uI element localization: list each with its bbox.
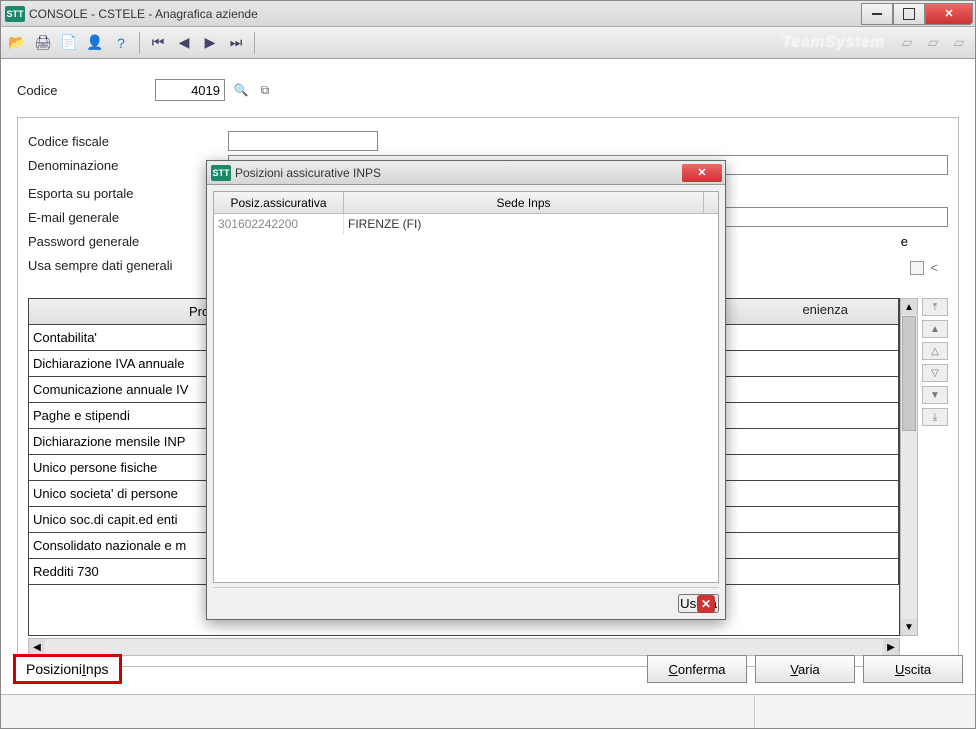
codice-fiscale-label: Codice fiscale (28, 134, 228, 149)
cell-posizione: 301602242200 (214, 214, 344, 234)
uscita-button[interactable]: Uscita (863, 655, 963, 683)
move-bottom-button[interactable]: ⤓ (922, 408, 948, 426)
varia-button[interactable]: Varia (755, 655, 855, 683)
move-down-one-button[interactable]: ▽ (922, 364, 948, 382)
scroll-up-icon[interactable]: ▲ (901, 299, 917, 315)
posizioni-inps-dialog: STT Posizioni assicurative INPS ✕ Posiz.… (206, 160, 726, 620)
scroll-down-icon[interactable]: ▼ (901, 619, 917, 635)
codice-label: Codice (17, 83, 147, 98)
check-field[interactable] (910, 261, 924, 275)
col-sede-header: Sede Inps (344, 192, 704, 213)
right-partial-label: e (901, 234, 908, 249)
move-top-button[interactable]: ⤒ (922, 298, 948, 316)
procedure-header-right: enienza (802, 302, 848, 317)
email-label: E-mail generale (28, 210, 228, 225)
table-row[interactable]: 301602242200 FIRENZE (FI) (214, 214, 718, 234)
prev-record-icon[interactable]: ◀ (172, 31, 196, 55)
brand-logo: TeamSystem (782, 34, 893, 52)
maximize-button[interactable] (893, 3, 925, 25)
inps-table[interactable]: Posiz.assicurativa Sede Inps 30160224220… (213, 191, 719, 583)
vertical-scrollbar[interactable]: ▲ ▼ (900, 298, 918, 636)
close-button[interactable] (925, 3, 973, 25)
dialog-close-button[interactable]: ✕ (682, 164, 722, 182)
help-icon[interactable]: ? (109, 31, 133, 55)
minimize-button[interactable] (861, 3, 893, 25)
denominazione-label: Denominazione (28, 158, 228, 173)
open-icon[interactable]: 📂 (5, 31, 29, 55)
last-record-icon[interactable]: ⏭ (224, 31, 248, 55)
next-record-icon[interactable]: ▶ (198, 31, 222, 55)
codice-input[interactable] (155, 79, 225, 101)
move-up-one-button[interactable]: △ (922, 342, 948, 360)
col-posizione-header: Posiz.assicurativa (214, 192, 344, 213)
conferma-button[interactable]: Conferma (647, 655, 747, 683)
posizioni-inps-button[interactable]: PosizioniInps (13, 654, 122, 684)
dialog-app-icon: STT (211, 165, 231, 181)
copy-icon[interactable]: 📄 (57, 31, 81, 55)
user-icon[interactable]: 👤 (83, 31, 107, 55)
print-icon[interactable]: 🖨 (31, 31, 55, 55)
first-record-icon[interactable]: ⏮ (146, 31, 170, 55)
move-up-button[interactable]: ▲ (922, 320, 948, 338)
lookup-icon[interactable]: ⧉ (257, 82, 273, 98)
tab-icon-2[interactable]: ▱ (921, 31, 945, 55)
move-down-button[interactable]: ▼ (922, 386, 948, 404)
scroll-thumb[interactable] (902, 316, 916, 431)
password-label: Password generale (28, 234, 228, 249)
app-icon: STT (5, 6, 25, 22)
search-icon[interactable]: 🔍 (233, 82, 249, 98)
esporta-label: Esporta su portale (28, 186, 228, 201)
tab-icon-3[interactable]: ▱ (947, 31, 971, 55)
dialog-close-icon[interactable]: ✕ (697, 595, 715, 613)
cell-sede: FIRENZE (FI) (344, 214, 718, 234)
usa-sempre-label: Usa sempre dati generali (28, 258, 228, 273)
codice-fiscale-input[interactable] (228, 131, 378, 151)
table-scroll-header (704, 192, 718, 213)
check-symbol: < (930, 260, 938, 275)
tab-icon-1[interactable]: ▱ (895, 31, 919, 55)
dialog-title: Posizioni assicurative INPS (235, 166, 682, 180)
window-title: CONSOLE - CSTELE - Anagrafica aziende (29, 7, 861, 21)
status-bar (1, 694, 975, 728)
